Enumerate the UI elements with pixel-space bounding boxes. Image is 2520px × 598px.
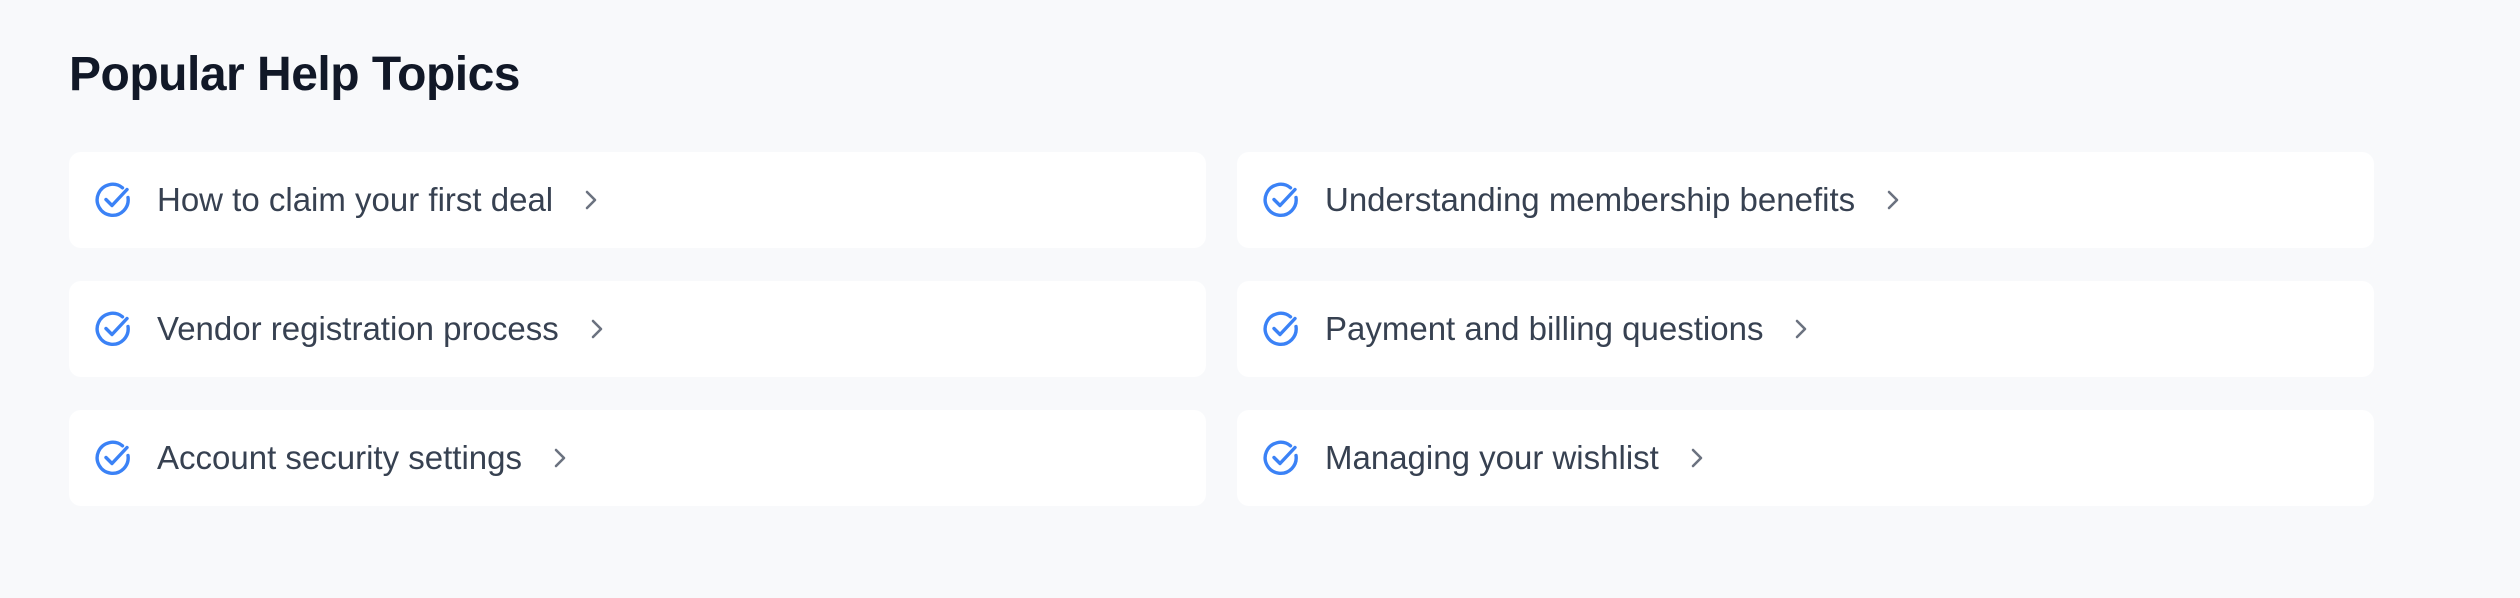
chevron-right-icon — [581, 186, 601, 214]
topic-item-account-security[interactable]: Account security settings — [69, 410, 1206, 506]
chevron-right-icon — [1791, 315, 1811, 343]
check-circle-icon — [93, 180, 133, 220]
topic-label: Managing your wishlist — [1325, 439, 1659, 476]
chevron-right-icon — [1687, 444, 1707, 472]
topics-grid: How to claim your first deal Understandi… — [69, 152, 2520, 506]
topic-label: How to claim your first deal — [157, 181, 554, 218]
chevron-right-icon — [587, 315, 607, 343]
topic-item-claim-first-deal[interactable]: How to claim your first deal — [69, 152, 1206, 248]
check-circle-icon — [93, 438, 133, 478]
topic-label: Account security settings — [157, 439, 522, 476]
check-circle-icon — [93, 309, 133, 349]
topic-label: Payment and billing questions — [1325, 310, 1764, 347]
help-topics-section: Popular Help Topics How to claim your fi… — [0, 0, 2520, 598]
chevron-right-icon — [550, 444, 570, 472]
topic-item-wishlist[interactable]: Managing your wishlist — [1237, 410, 2374, 506]
topic-item-vendor-registration[interactable]: Vendor registration process — [69, 281, 1206, 377]
check-circle-icon — [1261, 309, 1301, 349]
check-circle-icon — [1261, 438, 1301, 478]
topic-item-membership-benefits[interactable]: Understanding membership benefits — [1237, 152, 2374, 248]
topic-item-payment-billing[interactable]: Payment and billing questions — [1237, 281, 2374, 377]
chevron-right-icon — [1883, 186, 1903, 214]
page-title: Popular Help Topics — [69, 48, 521, 101]
topic-label: Understanding membership benefits — [1325, 181, 1856, 218]
check-circle-icon — [1261, 180, 1301, 220]
topic-label: Vendor registration process — [157, 310, 559, 347]
